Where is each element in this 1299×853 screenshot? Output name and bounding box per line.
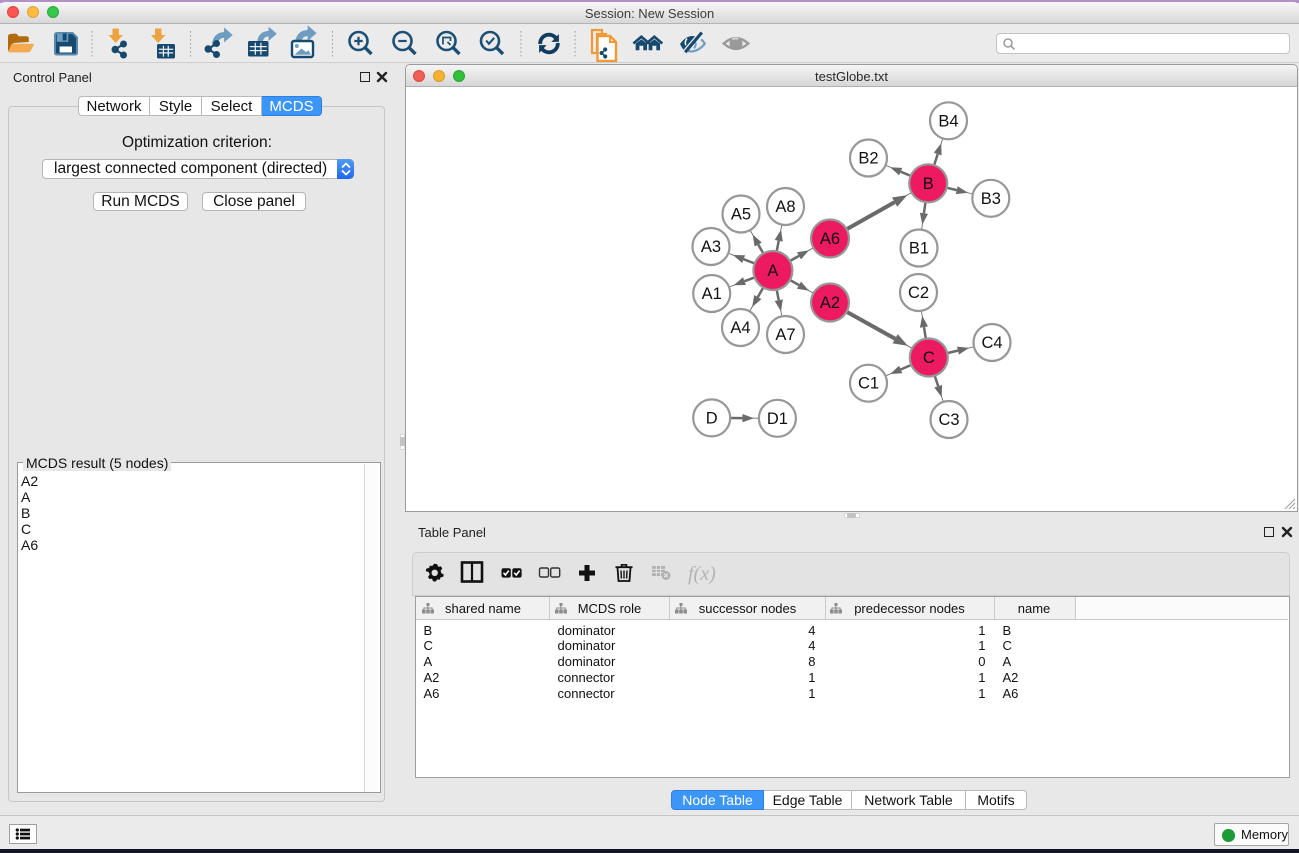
svg-text:C3: C3 xyxy=(938,411,959,429)
svg-text:C1: C1 xyxy=(858,375,879,393)
svg-text:B: B xyxy=(923,175,934,193)
svg-text:A1: A1 xyxy=(702,285,722,303)
svg-text:B1: B1 xyxy=(909,240,929,258)
svg-text:D1: D1 xyxy=(767,410,788,428)
svg-text:A3: A3 xyxy=(701,238,721,256)
svg-text:C: C xyxy=(923,349,935,367)
svg-text:C4: C4 xyxy=(981,334,1002,352)
svg-text:A7: A7 xyxy=(775,326,795,344)
svg-text:f(x): f(x) xyxy=(688,563,716,585)
svg-text:C2: C2 xyxy=(908,284,929,302)
svg-text:A6: A6 xyxy=(820,230,840,248)
svg-text:A5: A5 xyxy=(731,206,751,224)
svg-text:B2: B2 xyxy=(858,150,878,168)
svg-text:A: A xyxy=(767,262,778,280)
svg-text:A4: A4 xyxy=(730,319,750,337)
svg-text:A2: A2 xyxy=(820,294,840,312)
svg-text:B4: B4 xyxy=(938,112,958,130)
svg-text:A8: A8 xyxy=(775,198,795,216)
svg-text:D: D xyxy=(706,409,718,427)
svg-text:B3: B3 xyxy=(981,190,1001,208)
